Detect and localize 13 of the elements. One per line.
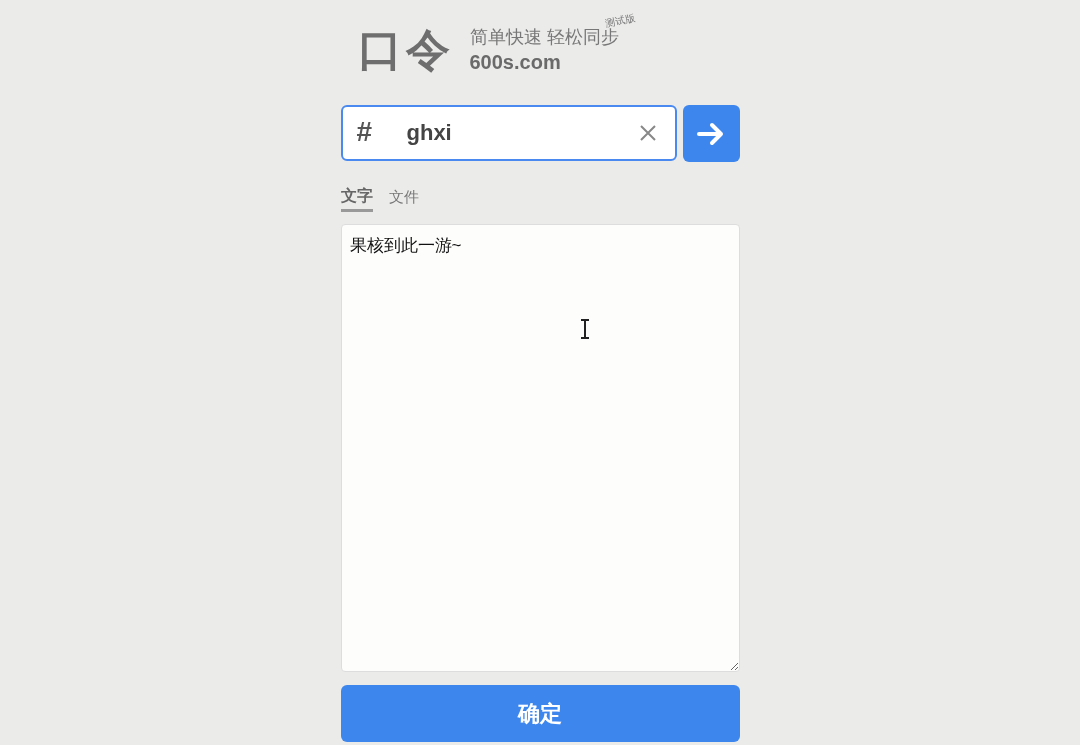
text-area[interactable]: 果核到此一游~ [340,224,740,672]
go-button[interactable] [682,105,740,162]
clear-icon[interactable] [638,124,657,142]
logo-mark: 口令 [357,28,454,72]
tab[interactable]: 文字 [340,184,373,212]
hash-label: # [356,115,373,149]
logo-domain: 600s.com [469,50,562,75]
arrow-right-icon [697,121,725,146]
text-cursor-icon [578,319,591,339]
beta-label: 测试版 [603,11,636,29]
tab[interactable]: 文件 [388,185,419,212]
confirm-button[interactable]: 确定 [340,685,740,742]
logo-slogan: 简单快速 轻松同步 [469,27,619,49]
